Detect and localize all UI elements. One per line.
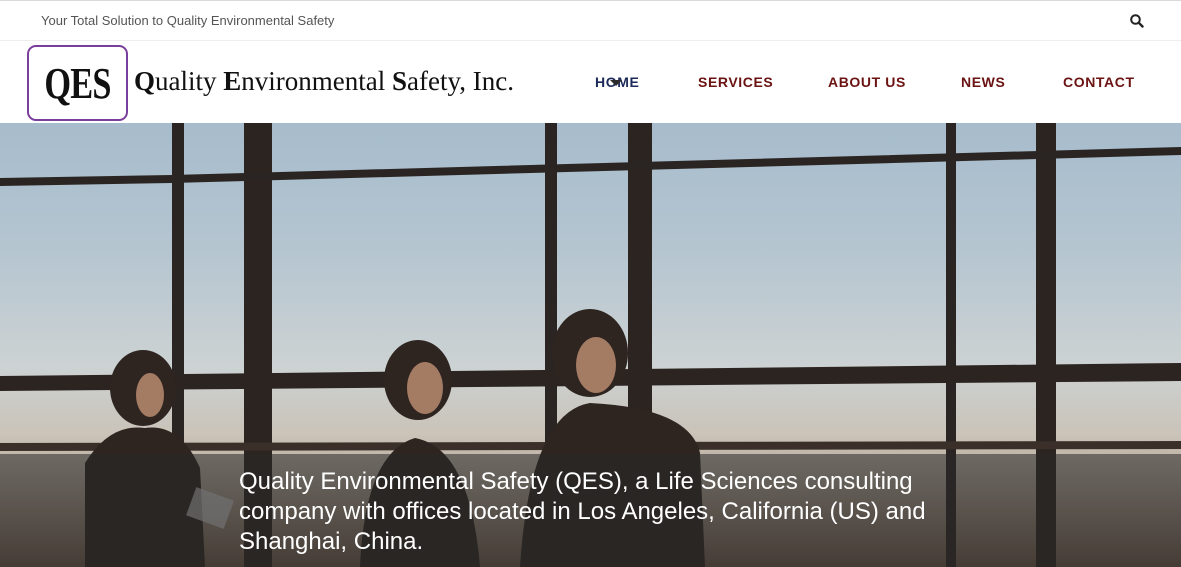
nav-item-news[interactable]: NEWS [961, 74, 1005, 90]
search-icon[interactable] [1129, 13, 1145, 29]
top-bar: Your Total Solution to Quality Environme… [0, 0, 1181, 41]
active-nav-indicator [610, 80, 622, 86]
hero-caption: Quality Environmental Safety (QES), a Li… [239, 468, 926, 555]
site-header: QES Quality Environmental Safety, Inc. H… [0, 42, 1181, 123]
nav-item-services[interactable]: SERVICES [698, 74, 773, 90]
nav-item-contact[interactable]: CONTACT [1063, 74, 1135, 90]
main-nav: HOME SERVICES ABOUT US NEWS CONTACT [0, 42, 1181, 123]
nav-item-about-us[interactable]: ABOUT US [828, 74, 906, 90]
hero-banner: Quality Environmental Safety (QES), a Li… [0, 123, 1181, 567]
site-tagline: Your Total Solution to Quality Environme… [41, 13, 335, 28]
